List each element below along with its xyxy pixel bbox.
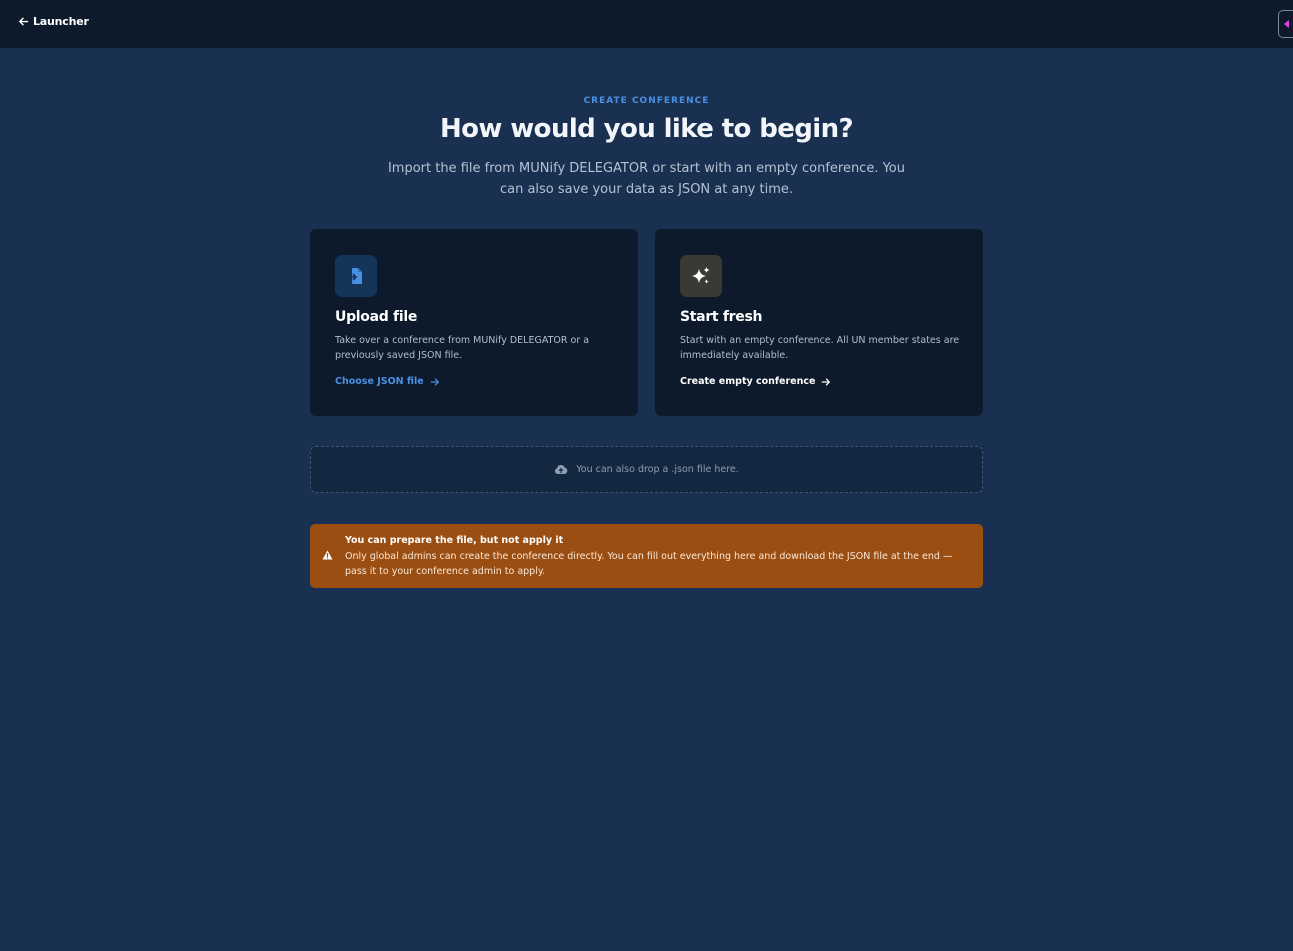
arrow-right-icon (430, 377, 439, 386)
upload-card-description: Take over a conference from MUNify DELEG… (335, 335, 590, 361)
start-fresh-card[interactable]: Start fresh Start with an empty conferen… (655, 229, 983, 416)
back-to-launcher-link[interactable]: Launcher (18, 15, 89, 28)
top-bar: Launcher (0, 0, 1293, 48)
choose-json-file-link[interactable]: Choose JSON file (335, 376, 440, 387)
cloud-upload-icon (555, 465, 568, 474)
sidebar-toggle-button[interactable] (1278, 10, 1293, 38)
page-eyebrow: CREATE CONFERENCE (583, 96, 710, 106)
main-content: CREATE CONFERENCE How would you like to … (0, 48, 1293, 951)
fresh-card-title: Start fresh (680, 309, 763, 325)
create-empty-conference-link[interactable]: Create empty conference (680, 376, 831, 387)
upload-file-card[interactable]: Upload file Take over a conference from … (310, 229, 638, 416)
file-import-icon (335, 255, 377, 297)
alert-body: Only global admins can create the confer… (345, 551, 953, 577)
json-dropzone[interactable]: You can also drop a .json file here. (310, 446, 983, 493)
create-empty-conference-label: Create empty conference (680, 376, 816, 387)
arrow-left-icon (19, 17, 29, 26)
choose-json-file-label: Choose JSON file (335, 376, 424, 387)
warning-icon (322, 550, 333, 560)
page-subtitle: Import the file from MUNify DELEGATOR or… (387, 161, 906, 197)
page-title: How would you like to begin? (439, 114, 854, 144)
dropzone-text: You can also drop a .json file here. (576, 464, 739, 475)
upload-card-title: Upload file (335, 309, 418, 325)
sparkles-icon (680, 255, 722, 297)
arrow-right-icon (822, 377, 831, 386)
back-link-label: Launcher (33, 15, 89, 28)
fresh-card-description: Start with an empty conference. All UN m… (680, 335, 960, 361)
alert-title: You can prepare the file, but not apply … (345, 535, 564, 546)
caret-left-icon (1283, 20, 1289, 28)
permission-warning-alert: You can prepare the file, but not apply … (310, 524, 983, 588)
